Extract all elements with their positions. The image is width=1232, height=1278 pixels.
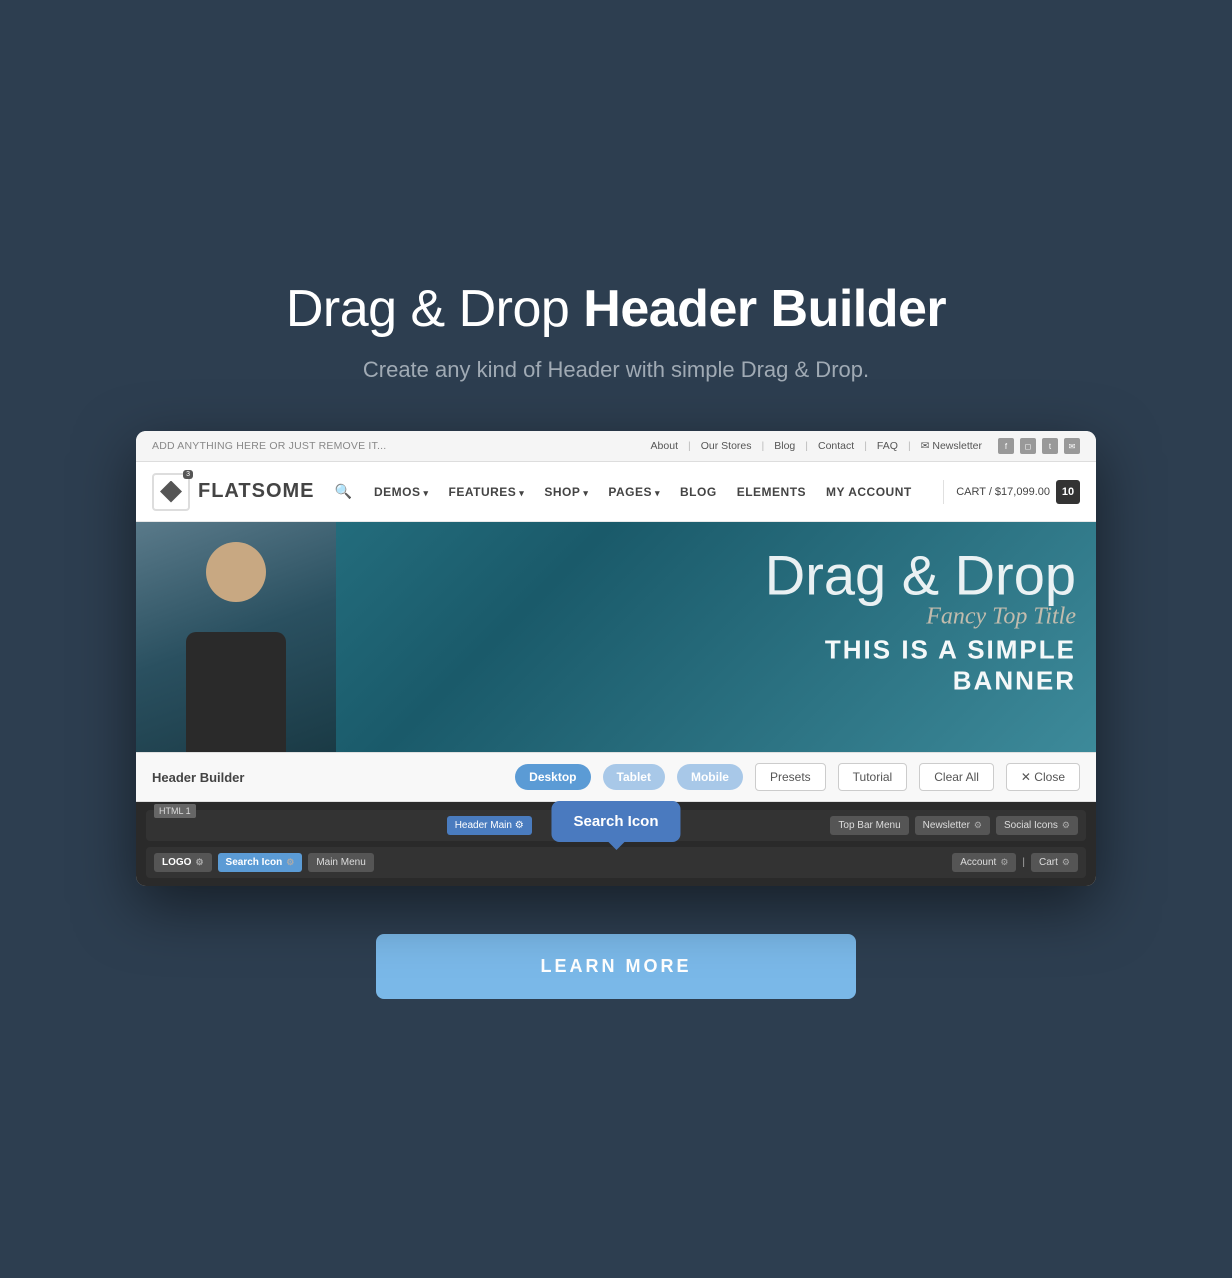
hb-clearall-btn[interactable]: Clear All (919, 763, 994, 791)
nav-link-demos[interactable]: DEMOS (364, 485, 439, 499)
banner-main-title: Drag & Drop (765, 547, 1076, 603)
hb-rows: HTML 1 Header Main ⚙ Top Bar Menu Newsle… (136, 802, 1096, 886)
nav-cart[interactable]: CART / $17,099.00 10 (943, 480, 1080, 504)
hb-tutorial-btn[interactable]: Tutorial (838, 763, 908, 791)
hb-newsletter-element[interactable]: Newsletter ⚙ (915, 816, 990, 835)
nav-link-myaccount[interactable]: MY ACCOUNT (816, 485, 922, 499)
hb-row-label-header-main-above: Header Main ⚙ (447, 816, 532, 835)
logo-diamond (160, 481, 182, 503)
hb-row-header-main: Search Icon LOGO ⚙ Search Icon ⚙ Main Me… (146, 847, 1086, 878)
topbar-social-icons: f ◻ t ✉ (998, 438, 1080, 454)
nav-link-blog[interactable]: BLOG (670, 485, 727, 499)
topbar-link-blog[interactable]: Blog (774, 440, 795, 452)
nav-link-elements[interactable]: ELEMENTS (727, 485, 816, 499)
hero-title-bold: Header Builder (583, 280, 946, 338)
facebook-icon[interactable]: f (998, 438, 1014, 454)
logo-badge: 3 (183, 470, 193, 479)
browser-window: ADD ANYTHING HERE OR JUST REMOVE IT... A… (136, 431, 1096, 886)
hb-tablet-btn[interactable]: Tablet (603, 764, 665, 790)
main-nav: 3 FLATSOME 🔍 DEMOS FEATURES SHOP PAGES B… (136, 462, 1096, 522)
email-icon[interactable]: ✉ (1064, 438, 1080, 454)
hb-searchicon-element[interactable]: Search Icon ⚙ (218, 853, 303, 872)
topbar-link-about[interactable]: About (651, 440, 678, 452)
hb-topmenu-element[interactable]: Top Bar Menu (830, 816, 908, 835)
topbar-link-ourstores[interactable]: Our Stores (701, 440, 752, 452)
hb-account-element[interactable]: Account ⚙ (952, 853, 1016, 872)
page-wrapper: Drag & Drop Header Builder Create any ki… (76, 279, 1156, 999)
nav-search-icon[interactable]: 🔍 (335, 483, 352, 500)
banner-person (136, 522, 336, 752)
person-silhouette (136, 522, 336, 752)
hb-cart-element[interactable]: Cart ⚙ (1031, 853, 1078, 872)
nav-link-features[interactable]: FEATURES (439, 485, 535, 499)
hb-mainmenu-element[interactable]: Main Menu (308, 853, 373, 872)
nav-right: CART / $17,099.00 10 (935, 480, 1080, 504)
topbar-link-contact[interactable]: Contact (818, 440, 854, 452)
topbar-right: About | Our Stores | Blog | Contact | FA… (651, 438, 1080, 454)
nav-link-pages[interactable]: PAGES (598, 485, 670, 499)
header-builder-bar: Header Builder Desktop Tablet Mobile Pre… (136, 752, 1096, 802)
logo-icon: 3 (152, 473, 190, 511)
twitter-icon[interactable]: t (1042, 438, 1058, 454)
topbar-left-text: ADD ANYTHING HERE OR JUST REMOVE IT... (152, 440, 386, 452)
cursor-hand: ☛ (593, 873, 640, 886)
search-icon-tooltip: Search Icon (551, 801, 680, 842)
banner-subtitle: THIS IS A SIMPLEBANNER (765, 634, 1076, 696)
banner-fancy-title: Fancy Top Title (765, 603, 1076, 630)
hero-title-normal: Drag & Drop (286, 280, 583, 338)
hb-close-btn[interactable]: ✕ Close (1006, 763, 1080, 791)
hb-separator: | (1022, 857, 1025, 868)
hb-social-element[interactable]: Social Icons ⚙ (996, 816, 1078, 835)
logo-area: 3 FLATSOME (152, 473, 315, 511)
topbar-newsletter[interactable]: ✉ Newsletter (921, 440, 982, 452)
topbar: ADD ANYTHING HERE OR JUST REMOVE IT... A… (136, 431, 1096, 462)
person-head (206, 542, 266, 602)
hb-mobile-btn[interactable]: Mobile (677, 764, 743, 790)
hb-title: Header Builder (152, 770, 244, 785)
hero-subtitle: Create any kind of Header with simple Dr… (363, 357, 869, 383)
banner-text: Drag & Drop Fancy Top Title THIS IS A SI… (765, 547, 1076, 696)
hb-presets-btn[interactable]: Presets (755, 763, 826, 791)
topbar-link-faq[interactable]: FAQ (877, 440, 898, 452)
nav-link-shop[interactable]: SHOP (534, 485, 598, 499)
person-body (186, 632, 286, 752)
tooltip-text: Search Icon (573, 813, 658, 830)
hero-title: Drag & Drop Header Builder (286, 279, 946, 339)
cart-label: CART / $17,099.00 (956, 486, 1050, 498)
hb-desktop-btn[interactable]: Desktop (515, 764, 590, 790)
banner-area: Drag & Drop Fancy Top Title THIS IS A SI… (136, 522, 1096, 752)
cart-badge: 10 (1056, 480, 1080, 504)
html1-badge: HTML 1 (154, 804, 196, 818)
nav-links: DEMOS FEATURES SHOP PAGES BLOG ELEMENTS … (364, 485, 935, 499)
instagram-icon[interactable]: ◻ (1020, 438, 1036, 454)
learn-more-button[interactable]: LEARN MORE (376, 934, 856, 999)
logo-text[interactable]: FLATSOME (198, 480, 315, 503)
hb-logo-element[interactable]: LOGO ⚙ (154, 853, 212, 872)
